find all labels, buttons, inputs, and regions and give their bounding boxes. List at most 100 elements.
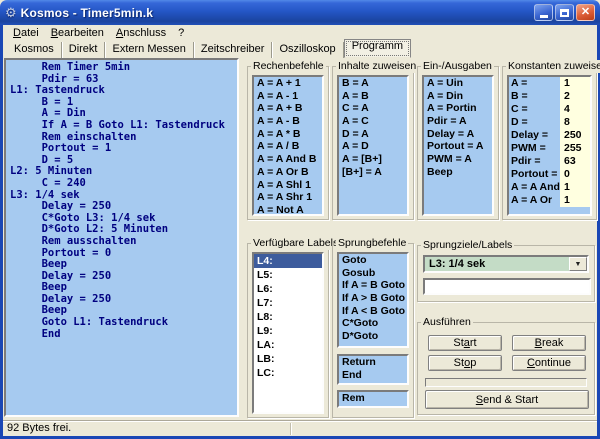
- constant-row[interactable]: Pdir =63: [509, 155, 590, 168]
- command-item[interactable]: Gosub: [339, 267, 407, 280]
- tab[interactable]: Kosmos: [7, 42, 62, 58]
- constant-row[interactable]: C =4: [509, 103, 590, 116]
- constant-value-field[interactable]: 250: [560, 129, 590, 142]
- group-label: Inhalte zuweisen: [336, 60, 418, 73]
- command-item[interactable]: If A > B Goto: [339, 292, 407, 305]
- constant-value-field[interactable]: 0: [560, 168, 590, 181]
- command-item[interactable]: A = A - 1: [254, 90, 322, 103]
- label-item[interactable]: LA:: [254, 338, 322, 352]
- label-item[interactable]: L5:: [254, 268, 322, 282]
- command-item[interactable]: PWM = A: [424, 153, 492, 166]
- constant-row[interactable]: A = A And1: [509, 181, 590, 194]
- label-item[interactable]: LB:: [254, 352, 322, 366]
- minimize-button[interactable]: [534, 4, 553, 21]
- command-item[interactable]: A = A Shr 1: [254, 191, 322, 204]
- constant-value-field[interactable]: 8: [560, 116, 590, 129]
- constant-value-field[interactable]: 1: [560, 194, 590, 207]
- command-item[interactable]: Beep: [424, 166, 492, 179]
- close-button[interactable]: ✕: [576, 4, 595, 21]
- tab[interactable]: Oszilloskop: [272, 42, 343, 58]
- menu-item[interactable]: Anschluss: [110, 26, 172, 41]
- command-item[interactable]: Goto: [339, 254, 407, 267]
- command-item[interactable]: [B+] = A: [339, 166, 407, 179]
- command-item[interactable]: D*Goto: [339, 330, 407, 343]
- inhalte-listbox[interactable]: B = AA = BC = AA = CD = AA = DA = [B+][B…: [337, 75, 409, 216]
- command-item[interactable]: A = A Or B: [254, 166, 322, 179]
- constant-value-field[interactable]: 1: [560, 77, 590, 90]
- constant-row[interactable]: A = A Or1: [509, 194, 590, 207]
- command-item[interactable]: A = A + 1: [254, 77, 322, 90]
- constant-row[interactable]: B =2: [509, 90, 590, 103]
- constant-value-field[interactable]: 1: [560, 181, 590, 194]
- command-item[interactable]: End: [339, 369, 407, 382]
- constant-row[interactable]: D =8: [509, 116, 590, 129]
- continue-button[interactable]: Continue: [512, 355, 586, 371]
- command-item[interactable]: A = A + B: [254, 102, 322, 115]
- command-item[interactable]: Rem: [339, 392, 407, 405]
- label-item[interactable]: L6:: [254, 282, 322, 296]
- command-item[interactable]: A = Portin: [424, 102, 492, 115]
- command-item[interactable]: A = A And B: [254, 153, 322, 166]
- label-name-input[interactable]: [423, 278, 591, 295]
- label-item[interactable]: L9:: [254, 324, 322, 338]
- break-button[interactable]: Break: [512, 335, 586, 351]
- command-item[interactable]: D = A: [339, 128, 407, 141]
- command-item[interactable]: Portout = A: [424, 140, 492, 153]
- constant-value-field[interactable]: 63: [560, 155, 590, 168]
- sprungbefehle-listbox-2[interactable]: ReturnEnd: [337, 354, 409, 385]
- command-item[interactable]: If A < B Goto: [339, 305, 407, 318]
- label-target-combobox[interactable]: L3: 1/4 sek ▼: [423, 255, 589, 273]
- rechenbefehle-listbox[interactable]: A = A + 1A = A - 1A = A + BA = A - BA = …: [252, 75, 324, 216]
- constant-value-field[interactable]: 255: [560, 142, 590, 155]
- label-item[interactable]: L8:: [254, 310, 322, 324]
- command-item[interactable]: A = D: [339, 140, 407, 153]
- command-item[interactable]: B = A: [339, 77, 407, 90]
- command-item[interactable]: A = B: [339, 90, 407, 103]
- start-button[interactable]: Start: [428, 335, 502, 351]
- command-item[interactable]: A = Uin: [424, 77, 492, 90]
- constant-row[interactable]: Delay =250: [509, 129, 590, 142]
- send-and-start-button[interactable]: Send & Start: [425, 390, 589, 409]
- konstanten-listbox[interactable]: A =1B =2C =4D =8Delay =250PWM =255Pdir =…: [507, 75, 592, 216]
- constant-row[interactable]: PWM =255: [509, 142, 590, 155]
- group-sprungziele-labels: Sprungziele/Labels L3: 1/4 sek ▼: [417, 245, 595, 302]
- group-konstanten-zuweisen: Konstanten zuweisen A =1B =2C =4D =8Dela…: [502, 66, 597, 220]
- command-item[interactable]: C = A: [339, 102, 407, 115]
- command-item[interactable]: A = Not A: [254, 204, 322, 216]
- constant-row[interactable]: A =1: [509, 77, 590, 90]
- command-item[interactable]: A = A - B: [254, 115, 322, 128]
- constant-row[interactable]: Portout =0: [509, 168, 590, 181]
- command-item[interactable]: A = A / B: [254, 140, 322, 153]
- combobox-dropdown-button[interactable]: ▼: [569, 257, 587, 271]
- sprungbefehle-listbox-1[interactable]: GotoGosubIf A = B GotoIf A > B GotoIf A …: [337, 252, 409, 348]
- menu-item[interactable]: ?: [172, 26, 190, 41]
- command-item[interactable]: A = A Shl 1: [254, 179, 322, 192]
- label-item[interactable]: L7:: [254, 296, 322, 310]
- command-item[interactable]: A = Din: [424, 90, 492, 103]
- command-item[interactable]: C*Goto: [339, 317, 407, 330]
- command-item[interactable]: If A = B Goto: [339, 279, 407, 292]
- maximize-button[interactable]: [555, 4, 574, 21]
- stop-button[interactable]: Stop: [428, 355, 502, 371]
- ein-ausgaben-listbox[interactable]: A = UinA = DinA = PortinPdir = ADelay = …: [422, 75, 494, 216]
- constant-value-field[interactable]: 2: [560, 90, 590, 103]
- command-item[interactable]: A = A * B: [254, 128, 322, 141]
- command-item[interactable]: A = C: [339, 115, 407, 128]
- tab[interactable]: Extern Messen: [105, 42, 193, 58]
- constant-value-field[interactable]: 4: [560, 103, 590, 116]
- label-item[interactable]: L4:: [254, 254, 322, 268]
- tab[interactable]: Zeitschreiber: [194, 42, 273, 58]
- command-item[interactable]: Delay = A: [424, 128, 492, 141]
- menu-item[interactable]: Bearbeiten: [45, 26, 110, 41]
- statusbar: 92 Bytes frei.: [3, 420, 597, 436]
- tab[interactable]: Direkt: [62, 42, 106, 58]
- labels-listbox[interactable]: L4:L5:L6:L7:L8:L9:LA:LB:LC:: [252, 252, 324, 414]
- program-code-listing[interactable]: Rem Timer 5min Pdir = 63 L1: Tastendruck…: [4, 58, 239, 417]
- sprungbefehle-listbox-3[interactable]: Rem: [337, 390, 409, 408]
- command-item[interactable]: Return: [339, 356, 407, 369]
- command-item[interactable]: Pdir = A: [424, 115, 492, 128]
- label-item[interactable]: LC:: [254, 366, 322, 380]
- menu-item[interactable]: Datei: [7, 26, 45, 41]
- command-item[interactable]: A = [B+]: [339, 153, 407, 166]
- tab[interactable]: Programm: [344, 39, 411, 58]
